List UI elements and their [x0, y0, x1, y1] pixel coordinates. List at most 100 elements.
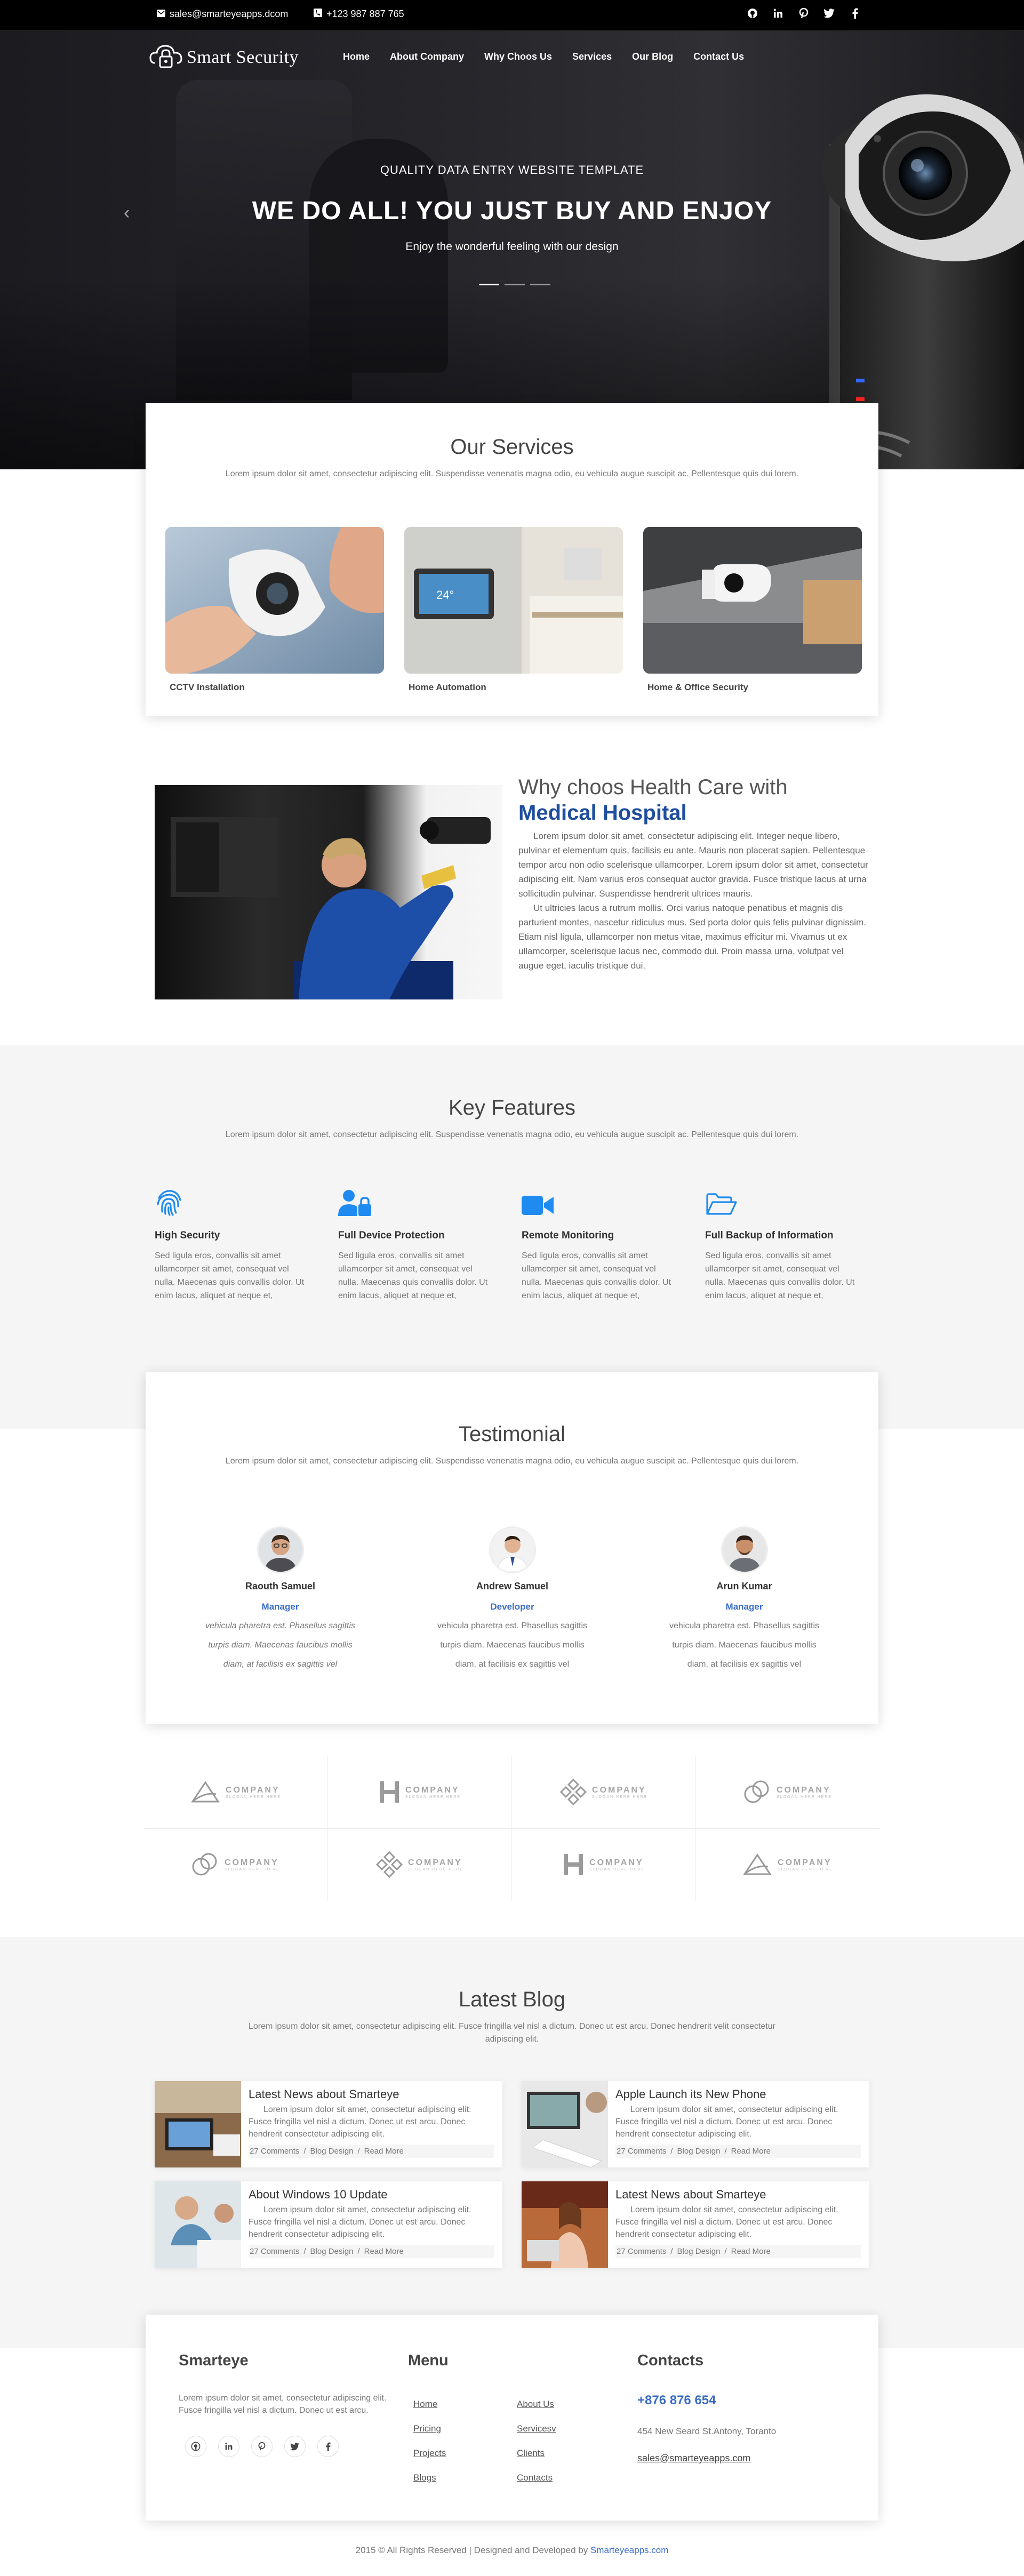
feature-item: High Security Sed ligula eros, convallis…	[155, 1188, 308, 1302]
footer-link-blogs[interactable]: Blogs	[413, 2473, 436, 2483]
blog-post-title[interactable]: About Windows 10 Update	[249, 2188, 494, 2202]
quote-line: vehicula pharetra est. Phasellus sagitti…	[205, 1621, 356, 1630]
why-title: Why choos Health Care with	[518, 775, 788, 799]
footer-link-projects[interactable]: Projects	[413, 2448, 446, 2459]
footer-phone[interactable]: +876 876 654	[637, 2393, 851, 2408]
services-section: Our Services Lorem ipsum dolor sit amet,…	[146, 403, 878, 716]
slider-dot[interactable]	[505, 284, 525, 285]
company-logo: COMPANY SLOGAN HERE HERE	[696, 1828, 879, 1901]
blog-post[interactable]: Latest News about Smarteye Lorem ipsum d…	[522, 2181, 869, 2268]
blog-post-title[interactable]: Latest News about Smarteye	[615, 2188, 861, 2202]
testimonial-section: Testimonial Lorem ipsum dolor sit amet, …	[146, 1372, 878, 1724]
footer-link-pricing[interactable]: Pricing	[413, 2423, 441, 2434]
feature-title: Full Device Protection	[338, 1230, 445, 1241]
category-link[interactable]: Blog Design	[677, 2147, 721, 2156]
logo-slogan: SLOGAN HERE HERE	[592, 1795, 647, 1799]
footer-link-about[interactable]: About Us	[517, 2399, 554, 2410]
nav-item-about[interactable]: About Company	[390, 51, 464, 62]
footer-socials	[185, 2436, 387, 2457]
blog-post-title[interactable]: Apple Launch its New Phone	[615, 2087, 861, 2101]
topbar-email-text: sales@smarteyeapps.dcom	[170, 9, 289, 19]
category-link[interactable]: Blog Design	[677, 2247, 721, 2256]
blog-post-excerpt: Lorem ipsum dolor sit amet, consectetur …	[249, 2105, 471, 2139]
comments-link[interactable]: 27 Comments	[617, 2147, 666, 2156]
nav-item-why[interactable]: Why Choos Us	[484, 51, 552, 62]
github-icon[interactable]	[185, 2436, 206, 2457]
footer-link-home[interactable]: Home	[413, 2399, 437, 2410]
nav-item-services[interactable]: Services	[572, 51, 612, 62]
topbar-phone[interactable]: +123 987 887 765	[314, 9, 404, 20]
github-icon[interactable]	[747, 7, 758, 19]
logo-slogan: SLOGAN HERE HERE	[225, 1867, 280, 1871]
facebook-icon[interactable]	[849, 7, 861, 19]
comments-link[interactable]: 27 Comments	[617, 2247, 666, 2256]
comments-link[interactable]: 27 Comments	[250, 2147, 299, 2156]
topbar-email[interactable]: sales@smarteyeapps.dcom	[157, 9, 288, 20]
slider-indicators	[479, 284, 550, 285]
category-link[interactable]: Blog Design	[310, 2147, 354, 2156]
category-link[interactable]: Blog Design	[310, 2247, 354, 2256]
linkedin-icon[interactable]	[772, 7, 784, 19]
testimonial-quote: vehicula pharetra est. Phasellus sagitti…	[647, 1617, 842, 1674]
latest-blog-section: Latest Blog Lorem ipsum dolor sit amet, …	[0, 1937, 1024, 2348]
logo-slogan: SLOGAN HERE HERE	[777, 1795, 832, 1799]
cctv-installation-image	[165, 527, 384, 674]
read-more-link[interactable]: Read More	[364, 2247, 404, 2256]
feature-title: High Security	[155, 1230, 220, 1241]
twitter-icon[interactable]	[284, 2436, 306, 2457]
testimonial-description: Lorem ipsum dolor sit amet, consectetur …	[225, 1457, 799, 1466]
footer-link-contacts[interactable]: Contacts	[517, 2473, 553, 2483]
site-logo[interactable]: Smart Security	[149, 43, 299, 73]
credit-link[interactable]: Smarteyeapps.com	[590, 2545, 668, 2555]
pinterest-icon[interactable]	[251, 2436, 273, 2457]
h-letter-logo-icon	[380, 1781, 399, 1803]
logo-word: COMPANY	[226, 1785, 280, 1795]
blog-post[interactable]: Latest News about Smarteye Lorem ipsum d…	[155, 2081, 502, 2167]
service-card[interactable]: CCTV Installation	[165, 527, 384, 693]
feature-text: Sed ligula eros, convallis sit amet ulla…	[522, 1251, 671, 1300]
footer-link-clients[interactable]: Clients	[517, 2448, 545, 2459]
footer-link-services[interactable]: Servicesv	[517, 2423, 556, 2434]
blog-post[interactable]: Apple Launch its New Phone Lorem ipsum d…	[522, 2081, 869, 2167]
read-more-link[interactable]: Read More	[364, 2147, 404, 2156]
read-more-link[interactable]: Read More	[731, 2247, 771, 2256]
twitter-icon[interactable]	[823, 7, 835, 19]
slider-dot[interactable]	[479, 284, 499, 285]
read-more-link[interactable]: Read More	[731, 2147, 771, 2156]
features-description: Lorem ipsum dolor sit amet, consectetur …	[225, 1130, 799, 1139]
avatar	[721, 1526, 768, 1573]
service-label: Home & Office Security	[647, 682, 748, 692]
copyright: 2015 © All Rights Reserved | Designed an…	[0, 2545, 1024, 2556]
blog-post-title[interactable]: Latest News about Smarteye	[249, 2087, 494, 2101]
shield-lock-icon	[149, 45, 182, 68]
top-bar: sales@smarteyeapps.dcom +123 987 887 765	[0, 0, 1024, 31]
blog-post-excerpt: Lorem ipsum dolor sit amet, consectetur …	[615, 2105, 838, 2139]
why-choose-us: Why choos Health Care with Medical Hospi…	[518, 774, 870, 973]
copyright-text: 2015 © All Rights Reserved | Designed an…	[355, 2545, 588, 2555]
logo-slogan: SLOGAN HERE HERE	[408, 1867, 463, 1871]
nav-item-contact[interactable]: Contact Us	[693, 51, 744, 62]
comments-link[interactable]: 27 Comments	[250, 2247, 299, 2256]
blog-post[interactable]: About Windows 10 Update Lorem ipsum dolo…	[155, 2181, 502, 2268]
feature-text: Sed ligula eros, convallis sit amet ulla…	[338, 1251, 488, 1300]
nav-item-blog[interactable]: Our Blog	[632, 51, 673, 62]
facebook-icon[interactable]	[317, 2436, 339, 2457]
testimonial-card: Raouth Samuel Manager vehicula pharetra …	[183, 1526, 378, 1674]
nav-item-home[interactable]: Home	[343, 51, 370, 62]
service-card[interactable]: Home & Office Security	[643, 527, 862, 693]
linkedin-icon[interactable]	[218, 2436, 239, 2457]
blog-thumbnail	[522, 2181, 608, 2268]
home-automation-image: 24°	[404, 527, 623, 674]
footer-email[interactable]: sales@smarteyeapps.com	[637, 2453, 851, 2464]
logo-word: COMPANY	[592, 1785, 646, 1795]
testimonial-card: Arun Kumar Manager vehicula pharetra est…	[647, 1526, 842, 1674]
slider-dot[interactable]	[530, 284, 550, 285]
service-card[interactable]: 24° Home Automation	[404, 527, 623, 693]
pinterest-icon[interactable]	[798, 7, 810, 19]
blog-thumbnail	[522, 2081, 608, 2167]
features-list: High Security Sed ligula eros, convallis…	[155, 1188, 859, 1302]
quote-line: turpis diam. Maecenas faucibus mollis	[672, 1641, 817, 1650]
footer-menu: Menu Home Pricing Projects Blogs About U…	[408, 2352, 600, 2512]
company-logo: COMPANY SLOGAN HERE HERE	[144, 1828, 327, 1901]
logo-slogan: SLOGAN HERE HERE	[405, 1795, 461, 1799]
